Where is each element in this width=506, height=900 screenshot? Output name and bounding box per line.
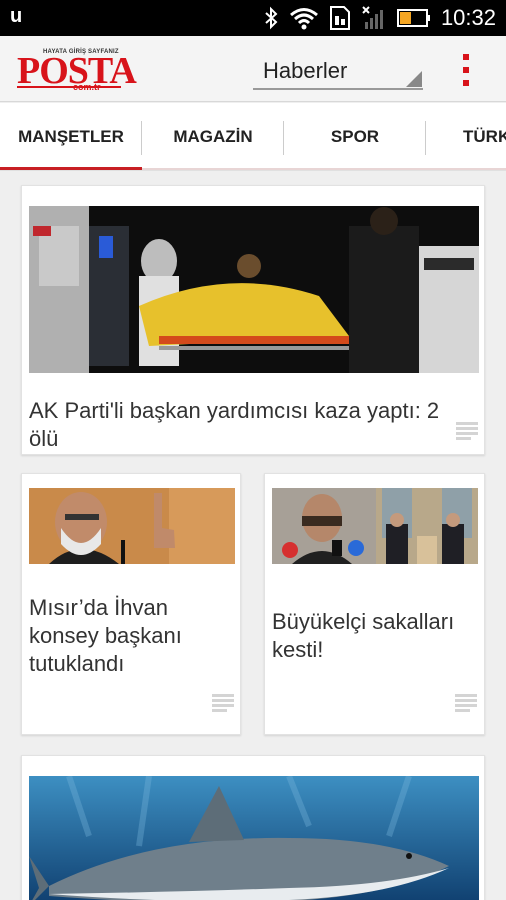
ambassador-collage-photo — [272, 488, 478, 564]
tab-mansetler[interactable]: MANŞETLER — [0, 103, 142, 170]
status-icons: 10:32 — [263, 0, 496, 36]
battery-icon — [396, 5, 431, 31]
tab-label: SPOR — [330, 127, 380, 146]
article-card[interactable]: Mısır’da İhvan konsey başkanı tutuklandı — [21, 473, 241, 735]
article-card[interactable] — [21, 755, 485, 900]
tab-turk[interactable]: TÜRK — [426, 103, 506, 170]
shark-underwater-photo — [29, 776, 479, 900]
article-text-icon — [212, 694, 234, 712]
logo-domain: com.tr — [73, 82, 101, 92]
section-dropdown[interactable]: Haberler — [253, 54, 423, 90]
tab-label: TÜRK — [463, 127, 506, 146]
section-dropdown-label: Haberler — [263, 58, 348, 83]
article-card[interactable]: AK Parti'li başkan yardımcısı kaza yaptı… — [21, 185, 485, 455]
article-text-icon — [455, 694, 477, 712]
app-bar: HAYATA GİRİŞ SAYFANIZ POSTA com.tr Haber… — [0, 36, 506, 102]
logo-underline — [17, 86, 121, 88]
accident-stretcher-photo — [29, 206, 479, 373]
sim-icon — [329, 5, 351, 31]
article-text-icon — [456, 422, 478, 440]
dropdown-arrow-icon — [406, 71, 422, 87]
article-headline: Büyükelçi sakalları kesti! — [272, 609, 455, 662]
bluetooth-icon — [263, 5, 279, 31]
tab-magazin[interactable]: MAGAZİN — [142, 103, 284, 170]
status-bar: u 10:32 — [0, 0, 506, 36]
tab-spor[interactable]: SPOR — [284, 103, 426, 170]
article-headline: Mısır’da İhvan konsey başkanı tutuklandı — [29, 595, 182, 676]
article-headline: AK Parti'li başkan yardımcısı kaza yaptı… — [29, 398, 440, 451]
wifi-icon — [289, 5, 319, 31]
posta-logo[interactable]: HAYATA GİRİŞ SAYFANIZ POSTA com.tr — [15, 46, 137, 96]
signal-icon — [361, 5, 387, 31]
tab-label: MAGAZİN — [173, 127, 253, 146]
notification-u-icon: u — [10, 5, 23, 27]
category-tabs: MANŞETLER MAGAZİN SPOR TÜRK — [0, 103, 506, 171]
tab-label: MANŞETLER — [18, 127, 124, 146]
clock: 10:32 — [440, 5, 496, 30]
man-speaking-photo — [29, 488, 235, 564]
article-card[interactable]: Büyükelçi sakalları kesti! — [264, 473, 485, 735]
tab-indicator — [0, 167, 142, 170]
overflow-menu-icon[interactable] — [456, 52, 476, 88]
